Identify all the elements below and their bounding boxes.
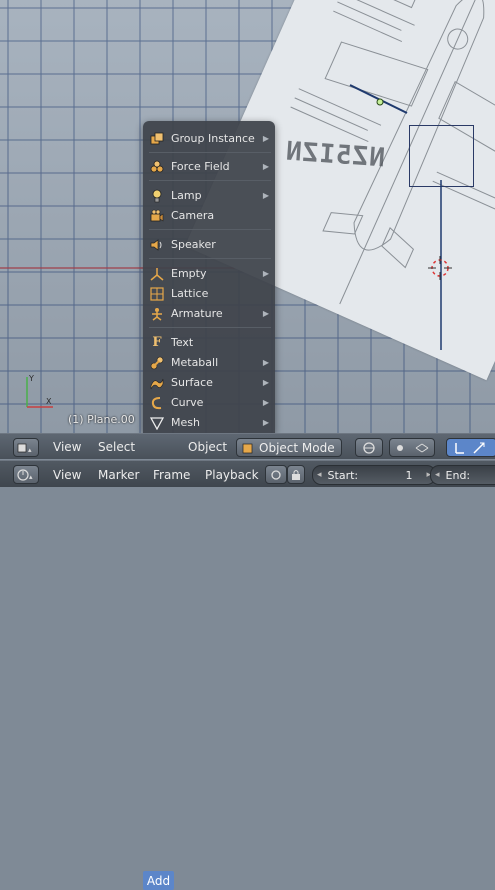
menu-item-curve[interactable]: Curve ▶: [149, 393, 271, 412]
manipulator-toggle[interactable]: [446, 438, 495, 457]
menu-item-metaball[interactable]: Metaball ▶: [149, 353, 271, 372]
view-menu[interactable]: View: [53, 440, 81, 454]
menu-item-label: Surface: [171, 376, 213, 389]
record-button[interactable]: [265, 465, 287, 484]
menu-item-speaker[interactable]: Speaker: [149, 235, 271, 254]
object-menu[interactable]: Object: [188, 440, 227, 454]
svg-text:X: X: [46, 397, 52, 406]
timeline-editor-selector[interactable]: ▴: [13, 465, 39, 484]
start-frame-value: 1: [405, 468, 413, 482]
keying-lock-button[interactable]: [287, 465, 305, 484]
timeline-view-menu[interactable]: View: [53, 468, 81, 482]
menu-item-label: Lattice: [171, 287, 209, 300]
submenu-arrow-icon: ▶: [262, 418, 269, 427]
text-icon: F: [152, 334, 162, 350]
svg-text:▴: ▴: [28, 446, 32, 454]
decrement-arrow-icon: ◂: [435, 470, 440, 480]
select-menu[interactable]: Select: [98, 440, 135, 454]
mode-selector[interactable]: Object Mode: [236, 438, 342, 457]
menu-item-text[interactable]: F Text: [149, 333, 271, 352]
cube-icon: ▴: [17, 443, 32, 454]
submenu-arrow-icon: ▶: [262, 358, 269, 367]
transform-manipulator-icon: [454, 441, 485, 454]
menu-item-empty[interactable]: Empty ▶: [149, 264, 271, 283]
pivot-icon: [397, 443, 429, 452]
submenu-arrow-icon: ▶: [262, 378, 269, 387]
menu-item-label: Metaball: [171, 356, 219, 369]
viewport-shading-selector[interactable]: [355, 438, 383, 457]
submenu-arrow-icon: ▶: [262, 191, 269, 200]
menu-item-label: Armature: [171, 307, 223, 320]
add-menu-label: Add: [146, 873, 171, 888]
3d-viewport[interactable]: NZ5IZN Y X (1) Plane.00 Group Instance ▶: [0, 0, 495, 433]
active-object-label: (1) Plane.00: [68, 413, 135, 426]
svg-text:▴: ▴: [29, 473, 33, 481]
menu-item-camera[interactable]: Camera: [149, 206, 271, 225]
menu-separator: [149, 229, 271, 230]
armature-icon: [149, 306, 165, 322]
menu-item-label: Curve: [171, 396, 204, 409]
menu-item-surface[interactable]: Surface ▶: [149, 373, 271, 392]
submenu-arrow-icon: ▶: [262, 134, 269, 143]
speaker-icon: [149, 237, 165, 253]
menu-item-label: Lamp: [171, 189, 202, 202]
selected-object-outline: [409, 125, 474, 187]
lock-icon: [292, 469, 300, 480]
svg-text:Y: Y: [28, 374, 34, 383]
menu-item-lattice[interactable]: Lattice: [149, 284, 271, 303]
menu-separator: [149, 180, 271, 181]
menu-item-armature[interactable]: Armature ▶: [149, 304, 271, 323]
menu-item-label: Speaker: [171, 238, 216, 251]
empty-icon: [149, 266, 165, 282]
end-frame-label: End:: [445, 468, 471, 482]
mode-selector-label: Object Mode: [259, 440, 335, 455]
clock-icon: ▴: [17, 468, 33, 481]
menu-item-label: Empty: [171, 267, 207, 280]
record-icon: [271, 469, 281, 480]
submenu-arrow-icon: ▶: [262, 398, 269, 407]
3d-view-header: ▴ View Select Add Object Object Mode: [0, 433, 495, 890]
submenu-arrow-icon: ▶: [262, 269, 269, 278]
menu-item-label: Mesh: [171, 416, 200, 429]
menu-item-label: Force Field: [171, 160, 230, 173]
surface-icon: [149, 375, 165, 391]
marker-menu[interactable]: Marker: [98, 468, 139, 482]
menu-item-lamp[interactable]: Lamp ▶: [149, 186, 271, 205]
object-mode-icon: [242, 443, 253, 453]
blueprint-axis-line: [349, 84, 408, 114]
end-frame-field[interactable]: ◂ End:: [430, 465, 495, 485]
lamp-icon: [149, 188, 165, 204]
add-menu: Group Instance ▶ Force Field ▶ Lamp ▶ Ca…: [143, 121, 275, 433]
menu-separator: [149, 327, 271, 328]
menu-item-label: Text: [171, 336, 194, 349]
metaball-icon: [149, 355, 165, 371]
lattice-icon: [149, 286, 165, 302]
add-menu-button[interactable]: Add: [143, 871, 174, 890]
axis-orientation-icon: Y X: [26, 374, 53, 408]
start-frame-field[interactable]: ◂ Start: 1 ▸: [312, 465, 436, 485]
menu-item-mesh[interactable]: Mesh ▶: [149, 413, 271, 432]
sphere-icon: [363, 441, 375, 454]
menu-item-force-field[interactable]: Force Field ▶: [149, 157, 271, 176]
playback-menu[interactable]: Playback: [205, 468, 259, 482]
menu-separator: [149, 258, 271, 259]
group-instance-icon: [149, 131, 165, 147]
pivot-point-selector[interactable]: [389, 438, 435, 457]
submenu-arrow-icon: ▶: [262, 162, 269, 171]
menu-item-label: Camera: [171, 209, 215, 222]
editor-type-selector[interactable]: ▴: [13, 438, 39, 457]
menu-separator: [149, 152, 271, 153]
start-frame-label: Start:: [327, 468, 359, 482]
force-field-icon: [149, 159, 165, 175]
curve-icon: [149, 395, 165, 411]
menu-item-group-instance[interactable]: Group Instance ▶: [149, 129, 271, 148]
decrement-arrow-icon: ◂: [317, 470, 322, 480]
3d-cursor-icon[interactable]: [428, 256, 452, 280]
mesh-icon: [149, 415, 165, 431]
timeline-header: ▴ View Marker Frame Playback ◂ Start: 1 …: [0, 460, 495, 487]
camera-icon: [149, 208, 165, 224]
submenu-arrow-icon: ▶: [262, 309, 269, 318]
menu-item-label: Group Instance: [171, 132, 255, 145]
frame-menu[interactable]: Frame: [153, 468, 190, 482]
